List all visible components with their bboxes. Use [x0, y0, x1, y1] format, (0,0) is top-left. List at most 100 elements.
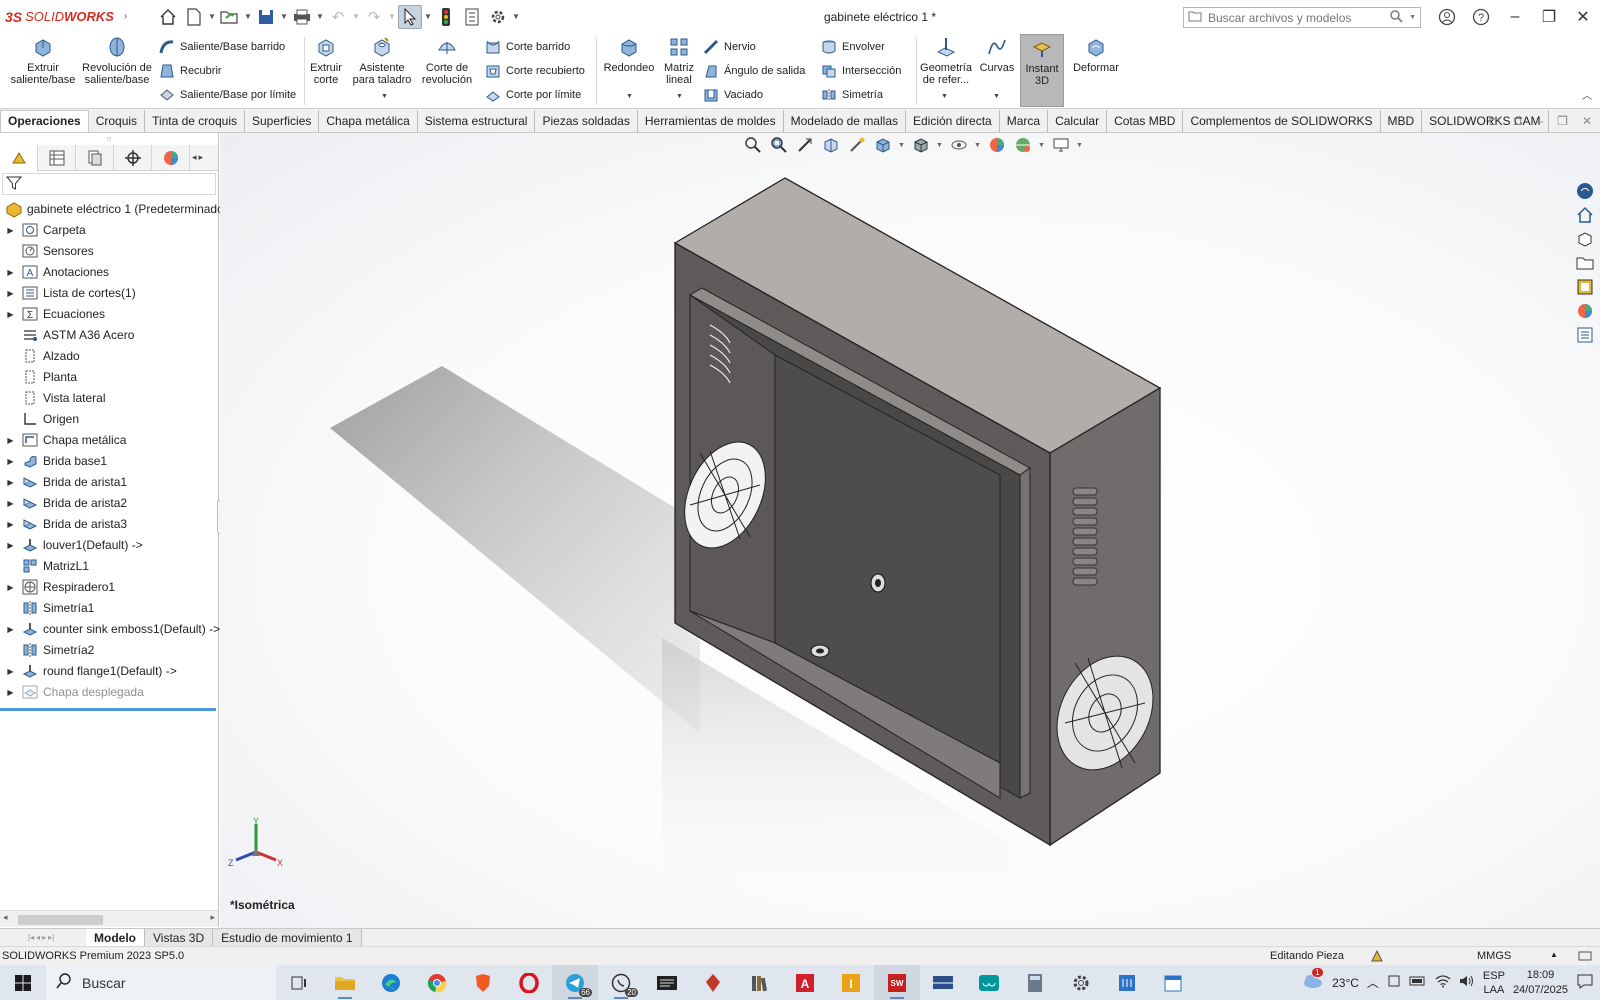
curves-dropdown-icon[interactable]: ▼ — [993, 93, 1000, 100]
unit-system-selector[interactable]: MMGS — [1477, 950, 1511, 962]
search-box[interactable]: Buscar archivos y modelos ▼ — [1183, 7, 1421, 28]
tree-item-brida-de-arista2[interactable]: ▶ Brida de arista2 — [0, 493, 127, 513]
tab-tinta-de-croquis[interactable]: Tinta de croquis — [145, 109, 245, 132]
calculator-icon[interactable] — [1012, 965, 1058, 1000]
clock[interactable]: 18:09 24/07/2025 — [1513, 968, 1568, 998]
deform-button[interactable]: Deformar — [1070, 36, 1122, 74]
tree-item-planta[interactable]: Planta — [0, 367, 77, 387]
model-enclosure[interactable] — [220, 133, 1600, 928]
chrome-browser-icon[interactable] — [414, 965, 460, 1000]
tab-croquis[interactable]: Croquis — [89, 109, 146, 132]
extrude-boss-button[interactable]: Extruir saliente/base — [8, 36, 78, 86]
office-app-icon[interactable] — [1104, 965, 1150, 1000]
help-icon[interactable]: ? — [1464, 0, 1498, 33]
custom-properties-icon[interactable] — [1575, 325, 1595, 345]
settings-icon[interactable] — [1058, 965, 1104, 1000]
reference-geometry-dropdown-icon[interactable]: ▼ — [941, 93, 948, 100]
expand-arrow-icon[interactable]: ▶ — [5, 478, 16, 487]
options-dropdown-icon[interactable]: ▼ — [512, 12, 520, 21]
draft-button[interactable]: Ángulo de salida — [702, 62, 805, 79]
tree-item-ecuaciones[interactable]: ▶ Σ Ecuaciones — [0, 304, 105, 324]
redo-icon[interactable]: ↷ — [362, 5, 386, 29]
tree-item-simetria1[interactable]: Simetría1 — [0, 598, 94, 618]
view-palette-icon[interactable] — [1575, 277, 1595, 297]
tab-estudio-de-movimiento[interactable]: Estudio de movimiento 1 — [213, 929, 362, 946]
file-explorer-taskbar-icon[interactable] — [322, 965, 368, 1000]
dimxpert-tab-icon[interactable] — [114, 144, 152, 171]
wifi-icon[interactable] — [1435, 974, 1451, 991]
expand-arrow-icon[interactable]: ▶ — [5, 499, 16, 508]
shell-button[interactable]: Vaciado — [702, 86, 763, 103]
new-dropdown-icon[interactable]: ▼ — [208, 12, 216, 21]
customize-status-icon[interactable] — [1578, 949, 1592, 966]
tab-complementos[interactable]: Complementos de SOLIDWORKS — [1183, 109, 1381, 132]
tab-calcular[interactable]: Calcular — [1048, 109, 1108, 132]
tree-item-lista-de-cortes[interactable]: ▶ Lista de cortes(1) — [0, 283, 135, 303]
menu-expand-icon[interactable]: › — [124, 11, 127, 22]
mirror-button[interactable]: Simetría — [820, 86, 883, 103]
propertymanager-tab-icon[interactable] — [38, 144, 76, 171]
telegram-icon[interactable]: 66 — [552, 965, 598, 1000]
expand-arrow-icon[interactable]: ▶ — [5, 625, 16, 634]
swept-cut-button[interactable]: Corte barrido — [484, 38, 570, 55]
windows-start-icon[interactable] — [0, 965, 46, 1000]
tile-left-icon[interactable]: ⊏ — [1488, 114, 1498, 128]
tree-item-simetria2[interactable]: Simetría2 — [0, 640, 94, 660]
calendar-app-icon[interactable] — [1150, 965, 1196, 1000]
user-account-icon[interactable] — [1430, 0, 1464, 33]
fillet-button[interactable]: Redondeo — [600, 36, 658, 74]
save-icon[interactable] — [254, 5, 278, 29]
taskbar-search[interactable]: Buscar — [46, 965, 276, 1000]
battery-icon[interactable] — [1409, 975, 1427, 990]
tree-item-matrizl1[interactable]: MatrizL1 — [0, 556, 89, 576]
scroll-right-icon[interactable]: ▸ — [210, 912, 215, 923]
show-hidden-icons-icon[interactable]: ︿ — [1367, 974, 1379, 991]
task-view-icon[interactable] — [276, 965, 322, 1000]
rebuild-traffic-light-icon[interactable] — [434, 5, 458, 29]
extrude-cut-button[interactable]: Extruir corte — [306, 36, 346, 86]
print-dropdown-icon[interactable]: ▼ — [316, 12, 324, 21]
rib-button[interactable]: Nervio — [702, 38, 756, 55]
solidworks-taskbar-icon[interactable]: SW — [874, 965, 920, 1000]
home-resources-icon[interactable] — [1575, 205, 1595, 225]
tab-edicion-directa[interactable]: Edición directa — [906, 109, 1000, 132]
volume-icon[interactable] — [1459, 974, 1475, 991]
instant3d-toggle[interactable]: Instant 3D — [1020, 34, 1064, 107]
appearances-icon[interactable] — [1575, 301, 1595, 321]
autocad-icon[interactable]: A — [782, 965, 828, 1000]
revolve-cut-button[interactable]: Corte de revolución — [418, 36, 476, 86]
tab-vistas-3d[interactable]: Vistas 3D — [145, 929, 214, 946]
cad-app-icon[interactable] — [690, 965, 736, 1000]
scroll-left-icon[interactable]: ◂ — [3, 912, 8, 923]
expand-arrow-icon[interactable]: ▶ — [5, 667, 16, 676]
tab-modelado-de-mallas[interactable]: Modelado de mallas — [784, 109, 906, 132]
hole-wizard-dropdown-icon[interactable]: ▼ — [381, 93, 388, 100]
tree-item-counter-sink-emboss1[interactable]: ▶ counter sink emboss1(Default) -> — [0, 619, 220, 639]
library-app-icon[interactable] — [736, 965, 782, 1000]
edge-browser-icon[interactable] — [368, 965, 414, 1000]
tree-item-vista-lateral[interactable]: Vista lateral — [0, 388, 105, 408]
tab-mbd[interactable]: MBD — [1381, 109, 1423, 132]
tree-filter[interactable] — [2, 173, 216, 195]
scroll-thumb[interactable] — [18, 915, 103, 925]
home-icon[interactable] — [156, 5, 180, 29]
expand-arrow-icon[interactable]: ▶ — [5, 226, 16, 235]
tab-operaciones[interactable]: Operaciones — [0, 109, 89, 132]
terminal-app-icon[interactable] — [644, 965, 690, 1000]
select-dropdown-icon[interactable]: ▼ — [424, 12, 432, 21]
weather-icon[interactable]: 1 — [1302, 968, 1324, 992]
temperature-label[interactable]: 23°C — [1332, 976, 1359, 990]
redo-dropdown-icon[interactable]: ▼ — [388, 12, 396, 21]
first-tab-icon[interactable]: |◂ — [28, 933, 34, 942]
inventor-icon[interactable]: I — [828, 965, 874, 1000]
graphics-area[interactable]: ▼ ▼ ▼ ▼ ▼ Y X Z *Isométrica — [220, 133, 1600, 928]
select-cursor-icon[interactable] — [398, 4, 422, 29]
pattern-dropdown-icon[interactable]: ▼ — [676, 93, 683, 100]
solidworks-logo[interactable]: 3S SOLIDWORKS › — [0, 9, 130, 25]
fillet-dropdown-icon[interactable]: ▼ — [626, 93, 633, 100]
tree-item-brida-de-arista3[interactable]: ▶ Brida de arista3 — [0, 514, 127, 534]
doc-minimize-icon[interactable]: – — [1536, 114, 1543, 128]
panel-grip-icon[interactable]: ○ — [0, 133, 218, 145]
meet-now-icon[interactable] — [1387, 974, 1401, 991]
brave-browser-icon[interactable] — [460, 965, 506, 1000]
